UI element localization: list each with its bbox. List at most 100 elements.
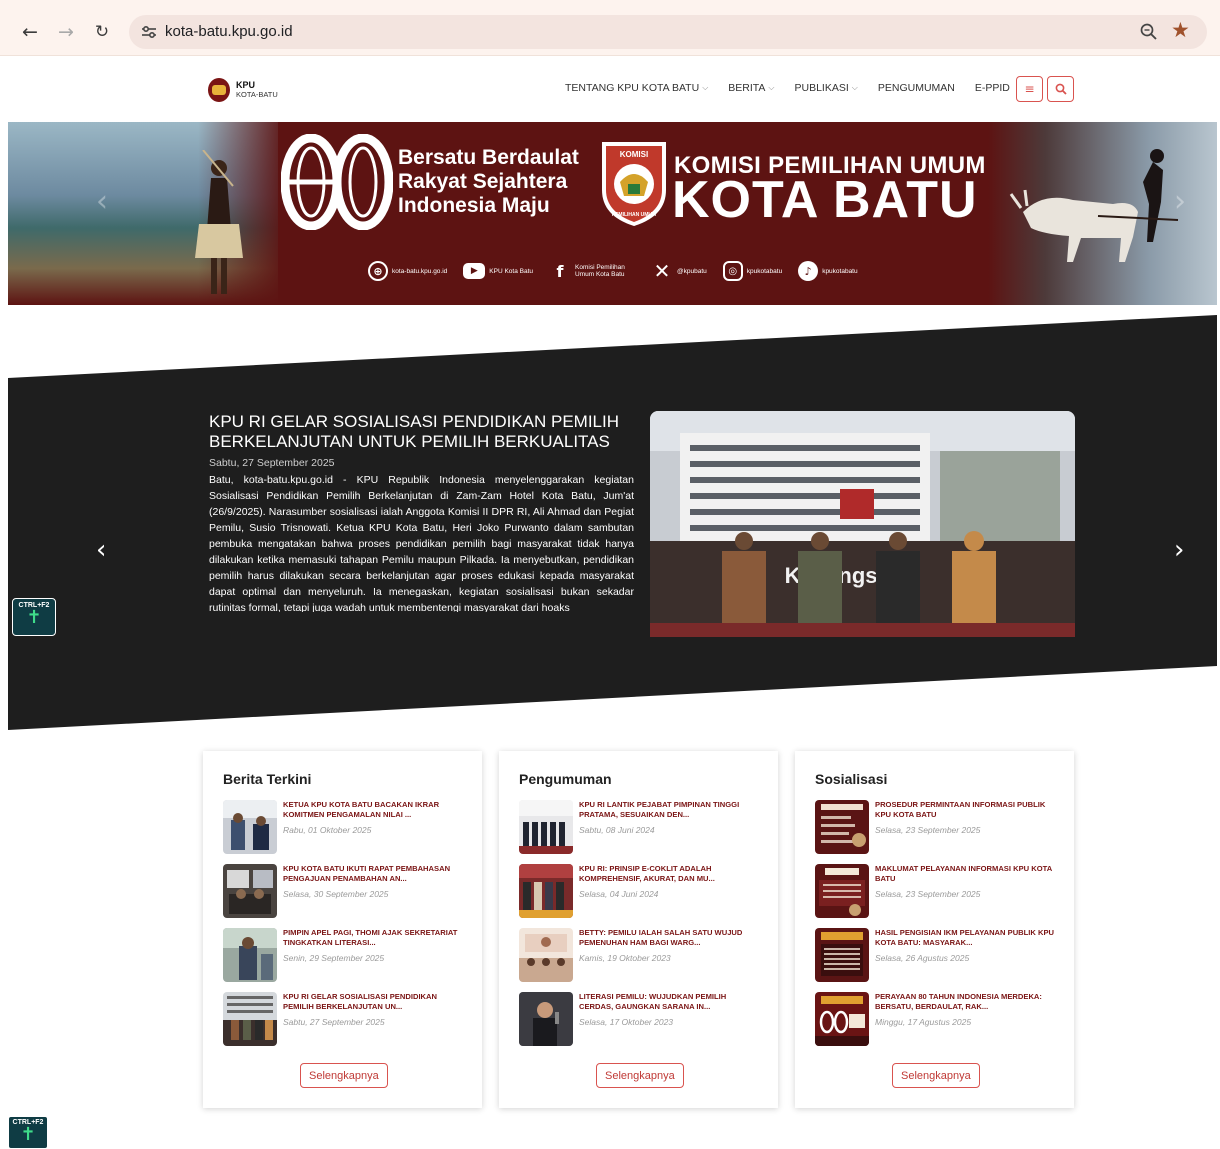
slide-photo[interactable]: Kebangsaan xyxy=(650,411,1075,637)
post-date: Sabtu, 08 Juni 2024 xyxy=(579,825,655,835)
card-pengumuman: Pengumuman KPU RI LANTIK PEJABAT PIMPINA… xyxy=(499,751,778,1108)
post-title[interactable]: HASIL PENGISIAN IKM PELAYANAN PUBLIK KPU… xyxy=(875,928,1055,948)
list-item[interactable]: HASIL PENGISIAN IKM PELAYANAN PUBLIK KPU… xyxy=(815,928,1060,983)
forward-arrow-icon[interactable]: → xyxy=(54,20,78,44)
post-thumbnail[interactable] xyxy=(519,992,573,1046)
menu-button[interactable]: ≡ xyxy=(1016,76,1043,102)
post-date: Sabtu, 27 September 2025 xyxy=(283,1017,385,1027)
instagram-icon: ◎ xyxy=(722,261,743,281)
post-date: Rabu, 01 Oktober 2025 xyxy=(283,825,372,835)
list-item[interactable]: PERAYAAN 80 TAHUN INDONESIA MERDEKA: BER… xyxy=(815,992,1060,1047)
post-title[interactable]: KETUA KPU KOTA BATU BACAKAN IKRAR KOMITM… xyxy=(283,800,463,820)
browser-toolbar: ← → ↻ kota-batu.kpu.go.id ★ xyxy=(0,0,1220,56)
list-item[interactable]: KETUA KPU KOTA BATU BACAKAN IKRAR KOMITM… xyxy=(223,800,468,855)
chevron-down-icon: ⌵ xyxy=(851,83,858,92)
post-title[interactable]: KPU RI: PRINSIP E-COKLIT ADALAH KOMPREHE… xyxy=(579,864,759,884)
zoom-icon[interactable] xyxy=(1139,22,1159,42)
post-title[interactable]: PERAYAAN 80 TAHUN INDONESIA MERDEKA: BER… xyxy=(875,992,1055,1012)
reload-icon[interactable]: ↻ xyxy=(90,20,114,44)
post-title[interactable]: PIMPIN APEL PAGI, THOMI AJAK SEKRETARIAT… xyxy=(283,928,463,948)
nav-item-berita[interactable]: BERITA ⌵ xyxy=(728,82,774,94)
post-thumbnail[interactable] xyxy=(815,992,869,1046)
list-item[interactable]: KPU KOTA BATU IKUTI RAPAT PEMBAHASAN PEN… xyxy=(223,864,468,919)
search-button[interactable] xyxy=(1047,76,1074,102)
slogan-line-3: Indonesia Maju xyxy=(398,194,550,217)
banner-slogan: Bersatu Berdaulat Rakyat Sejahtera Indon… xyxy=(398,146,579,218)
slider-next-arrow-icon[interactable]: › xyxy=(1174,535,1184,565)
card-title: Sosialisasi xyxy=(815,771,888,787)
banner-social-links: ⊕ kota-batu.kpu.go.id ▶ KPU Kota Batu f Kom… xyxy=(368,259,874,283)
card-title: Pengumuman xyxy=(519,771,612,787)
slider-prev-arrow-icon[interactable]: ‹ xyxy=(96,535,106,565)
slide-title[interactable]: KPU RI GELAR SOSIALISASI PENDIDIKAN PEMI… xyxy=(209,412,639,452)
list-item[interactable]: KPU RI: PRINSIP E-COKLIT ADALAH KOMPREHE… xyxy=(519,864,764,919)
hamburger-icon: ≡ xyxy=(1024,82,1035,96)
post-title[interactable]: KPU RI LANTIK PEJABAT PIMPINAN TINGGI PR… xyxy=(579,800,759,820)
kpu-logo-icon xyxy=(208,78,230,102)
site-header: KPU KOTA-BATU TENTANG KPU KOTA BATU ⌵ BER… xyxy=(0,56,1220,122)
bookmark-star-icon[interactable]: ★ xyxy=(1171,18,1190,42)
selengkapnya-button[interactable]: Selengkapnya xyxy=(892,1063,980,1088)
card-berita-terkini: Berita Terkini KETUA KPU KOTA BATU BACAK… xyxy=(203,751,482,1108)
logo-title: KPU xyxy=(236,80,256,90)
list-item[interactable]: PROSEDUR PERMINTAAN INFORMASI PUBLIK KPU… xyxy=(815,800,1060,855)
post-title[interactable]: MAKLUMAT PELAYANAN INFORMASI KPU KOTA BA… xyxy=(875,864,1055,884)
post-date: Selasa, 26 Agustus 2025 xyxy=(875,953,970,963)
list-item[interactable]: LITERASI PEMILU: WUJUDKAN PEMILIH CERDAS… xyxy=(519,992,764,1047)
accessibility-widget[interactable]: CTRL+F2 ✝ xyxy=(12,598,56,636)
site-logo[interactable]: KPU KOTA-BATU xyxy=(208,78,278,102)
post-title[interactable]: KPU KOTA BATU IKUTI RAPAT PEMBAHASAN PEN… xyxy=(283,864,463,884)
chevron-down-icon: ⌵ xyxy=(702,83,709,92)
nav-item-publikasi[interactable]: PUBLIKASI ⌵ xyxy=(795,82,858,94)
selengkapnya-button[interactable]: Selengkapnya xyxy=(596,1063,684,1088)
emblem-text-bottom: PEMILIHAN UMUM xyxy=(612,212,656,218)
emblem-text-top: KOMISI xyxy=(620,150,648,159)
list-item[interactable]: KPU RI LANTIK PEJABAT PIMPINAN TINGGI PR… xyxy=(519,800,764,855)
post-date: Selasa, 04 Juni 2024 xyxy=(579,889,659,899)
post-thumbnail[interactable] xyxy=(519,928,573,982)
banner-prev-arrow-icon[interactable]: ‹ xyxy=(96,184,108,219)
list-item[interactable]: MAKLUMAT PELAYANAN INFORMASI KPU KOTA BA… xyxy=(815,864,1060,919)
nav-item-pengumuman[interactable]: PENGUMUMAN xyxy=(878,82,955,94)
post-title[interactable]: KPU RI GELAR SOSIALISASI PENDIDIKAN PEMI… xyxy=(283,992,463,1012)
post-thumbnail[interactable] xyxy=(815,928,869,982)
site-settings-icon[interactable] xyxy=(139,22,159,42)
slide-excerpt: Batu, kota-batu.kpu.go.id - KPU Republik… xyxy=(209,474,634,612)
banner-next-arrow-icon[interactable]: › xyxy=(1174,184,1186,219)
address-bar[interactable]: kota-batu.kpu.go.id ★ xyxy=(129,15,1207,49)
accessibility-icon: ✝ xyxy=(20,1124,36,1145)
post-thumbnail[interactable] xyxy=(815,864,869,918)
url-text[interactable]: kota-batu.kpu.go.id xyxy=(165,23,293,40)
post-thumbnail[interactable] xyxy=(223,864,277,918)
social-website: ⊕ kota-batu.kpu.go.id xyxy=(368,261,447,281)
post-thumbnail[interactable] xyxy=(223,928,277,982)
post-thumbnail[interactable] xyxy=(519,800,573,854)
youtube-icon: ▶ xyxy=(463,263,486,279)
post-title[interactable]: PROSEDUR PERMINTAAN INFORMASI PUBLIK KPU… xyxy=(875,800,1055,820)
post-thumbnail[interactable] xyxy=(223,992,277,1046)
post-date: Selasa, 23 September 2025 xyxy=(875,889,981,899)
post-thumbnail[interactable] xyxy=(815,800,869,854)
list-item[interactable]: BETTY: PEMILU IALAH SALAH SATU WUJUD PEM… xyxy=(519,928,764,983)
globe-icon: ⊕ xyxy=(368,261,388,281)
post-date: Selasa, 17 Oktober 2023 xyxy=(579,1017,674,1027)
list-item[interactable]: KPU RI GELAR SOSIALISASI PENDIDIKAN PEMI… xyxy=(223,992,468,1047)
facebook-icon: f xyxy=(556,261,564,281)
post-date: Kamis, 19 Oktober 2023 xyxy=(579,953,671,963)
chevron-down-icon: ⌵ xyxy=(768,83,775,92)
slide-date: Sabtu, 27 September 2025 xyxy=(209,457,335,469)
nav-item-tentang[interactable]: TENTANG KPU KOTA BATU ⌵ xyxy=(565,82,708,94)
list-item[interactable]: PIMPIN APEL PAGI, THOMI AJAK SEKRETARIAT… xyxy=(223,928,468,983)
post-title[interactable]: BETTY: PEMILU IALAH SALAH SATU WUJUD PEM… xyxy=(579,928,759,948)
logo-subtitle: KOTA-BATU xyxy=(236,90,278,99)
post-title[interactable]: LITERASI PEMILU: WUJUDKAN PEMILIH CERDAS… xyxy=(579,992,759,1012)
post-thumbnail[interactable] xyxy=(519,864,573,918)
back-arrow-icon[interactable]: ← xyxy=(18,20,42,44)
post-thumbnail[interactable] xyxy=(223,800,277,854)
banner-title-line-2: KOTA BATU xyxy=(672,171,978,229)
news-slider: KPU RI GELAR SOSIALISASI PENDIDIKAN PEMI… xyxy=(8,310,1217,740)
tiktok-icon: ♪ xyxy=(798,261,819,281)
selengkapnya-button[interactable]: Selengkapnya xyxy=(300,1063,388,1088)
nav-item-e-ppid[interactable]: E-PPID xyxy=(975,82,1010,94)
accessibility-widget-bottom[interactable]: CTRL+F2 ✝ xyxy=(8,1116,48,1149)
